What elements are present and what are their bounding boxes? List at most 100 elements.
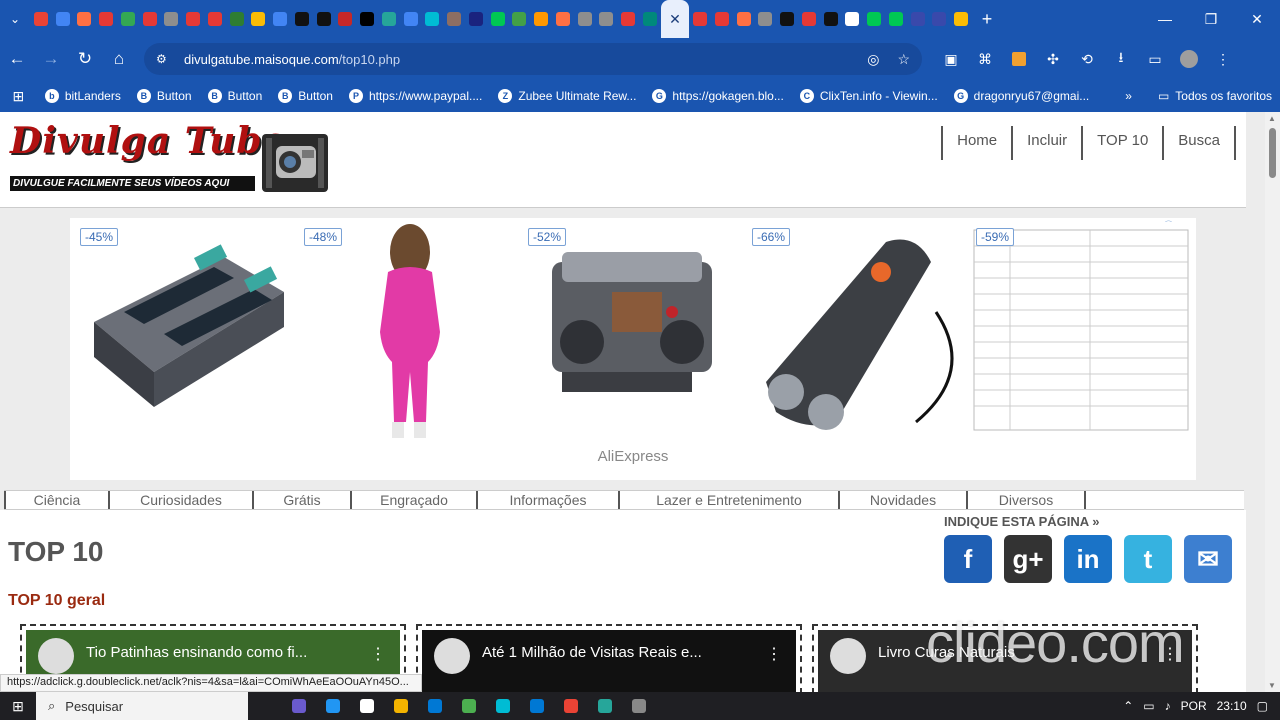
language-indicator[interactable]: POR — [1181, 699, 1207, 713]
taskbar-app[interactable] — [486, 692, 520, 720]
category-link[interactable]: Novidades — [838, 491, 966, 509]
bookmark-item[interactable]: Gdragonryu67@gmai... — [946, 80, 1098, 112]
ad-product-engine[interactable]: -52% — [522, 222, 744, 440]
home-button[interactable]: ⌂ — [102, 38, 136, 80]
restore-button[interactable]: ❐ — [1188, 0, 1234, 38]
bookmark-item[interactable]: B Button — [270, 80, 341, 112]
nav-top10[interactable]: TOP 10 — [1081, 126, 1162, 160]
tab[interactable] — [291, 0, 313, 38]
active-tab-close-button[interactable]: ✕ — [660, 0, 690, 38]
bookmark-star-icon[interactable]: ☆ — [897, 51, 910, 68]
tab[interactable] — [139, 0, 161, 38]
scroll-thumb[interactable] — [1269, 128, 1276, 178]
tab[interactable] — [161, 0, 183, 38]
taskbar-app[interactable] — [282, 692, 316, 720]
nav-home[interactable]: Home — [941, 126, 1011, 160]
bookmark-item[interactable]: b bitLanders — [37, 80, 129, 112]
cast-icon[interactable]: ▭ — [1138, 38, 1172, 80]
bookmarks-more-button[interactable]: » — [1117, 80, 1140, 112]
bookmark-item[interactable]: Phttps://www.paypal.... — [341, 80, 490, 112]
nav-busca[interactable]: Busca — [1162, 126, 1236, 160]
site-logo[interactable]: Divulga Tube DIVULGUE FACILMENTE SEUS VÍ… — [10, 120, 340, 200]
bookmark-item[interactable]: C ClixTen.info - Viewin... — [792, 80, 946, 112]
reload-button[interactable]: ↻ — [68, 38, 102, 80]
category-link[interactable]: Ciência — [4, 491, 108, 509]
category-link[interactable]: Lazer e Entretenimento — [618, 491, 838, 509]
tab[interactable] — [95, 0, 117, 38]
video-card[interactable]: Até 1 Milhão de Visitas Reais e... ⋮ — [416, 624, 802, 692]
page-scrollbar[interactable]: ▲ ▼ — [1265, 112, 1280, 692]
tab[interactable] — [487, 0, 509, 38]
ad-product-spec-sheet[interactable]: -59% — [970, 222, 1192, 440]
linkedin-icon[interactable]: in — [1064, 535, 1112, 583]
taskbar-search[interactable]: ⌕ Pesquisar — [36, 692, 248, 720]
scroll-up-icon[interactable]: ▲ — [1268, 114, 1276, 123]
video-thumbnail[interactable]: Até 1 Milhão de Visitas Reais e... ⋮ — [422, 630, 796, 692]
tray-arrow-icon[interactable]: ⌃ — [1123, 699, 1133, 713]
network-icon[interactable]: ▭ — [1143, 699, 1154, 713]
ad-product-ssd-dock[interactable]: -45% — [74, 222, 296, 440]
volume-icon[interactable]: ♪ — [1165, 699, 1171, 713]
tab[interactable] — [422, 0, 444, 38]
category-link[interactable]: Engraçado — [350, 491, 476, 509]
scroll-down-icon[interactable]: ▼ — [1268, 681, 1276, 690]
tab[interactable] — [841, 0, 863, 38]
tab[interactable] — [798, 0, 820, 38]
category-link[interactable]: Diversos — [966, 491, 1086, 509]
tab[interactable] — [509, 0, 531, 38]
windows-start-icon[interactable]: ⊞ — [0, 692, 36, 720]
bookmark-item[interactable]: Z Zubee Ultimate Rew... — [490, 80, 644, 112]
ad-banner[interactable]: ⓘ ⋮ -45% -48% -52% — [70, 218, 1196, 480]
profile-avatar[interactable] — [1172, 38, 1206, 80]
ad-product-flashlight[interactable]: -66% — [746, 222, 968, 440]
taskbar-app[interactable] — [384, 692, 418, 720]
bookmark-item[interactable]: B Button — [129, 80, 200, 112]
video-menu-icon[interactable]: ⋮ — [766, 644, 782, 664]
close-window-button[interactable]: ✕ — [1234, 0, 1280, 38]
tab[interactable] — [204, 0, 226, 38]
taskbar-app[interactable] — [418, 692, 452, 720]
taskbar-app[interactable] — [588, 692, 622, 720]
tab[interactable] — [226, 0, 248, 38]
ad-product-jumpsuit[interactable]: -48% — [298, 222, 520, 440]
translate-icon[interactable]: ⌘ — [968, 38, 1002, 80]
tab[interactable] — [74, 0, 96, 38]
notification-icon[interactable]: ▢ — [1257, 699, 1268, 713]
tab[interactable] — [530, 0, 552, 38]
tab[interactable] — [443, 0, 465, 38]
eye-off-icon[interactable]: ◎ — [867, 51, 879, 68]
tab-search-button[interactable]: ⌄ — [0, 0, 30, 38]
twitter-icon[interactable]: t — [1124, 535, 1172, 583]
tab[interactable] — [639, 0, 661, 38]
tab[interactable] — [689, 0, 711, 38]
tab[interactable] — [335, 0, 357, 38]
history-icon[interactable]: ⟲ — [1070, 38, 1104, 80]
tab[interactable] — [617, 0, 639, 38]
category-link[interactable]: Grátis — [252, 491, 350, 509]
tab[interactable] — [248, 0, 270, 38]
extensions-puzzle-icon[interactable]: ✣ — [1036, 38, 1070, 80]
video-menu-icon[interactable]: ⋮ — [370, 644, 386, 664]
facebook-icon[interactable]: f — [944, 535, 992, 583]
tab[interactable] — [754, 0, 776, 38]
video-title[interactable]: Tio Patinhas ensinando como fi... — [86, 644, 307, 661]
bookmark-item[interactable]: B Button — [200, 80, 271, 112]
tab[interactable] — [574, 0, 596, 38]
extension-icon[interactable]: ▣ — [934, 38, 968, 80]
tab[interactable] — [400, 0, 422, 38]
taskbar-app[interactable] — [622, 692, 656, 720]
category-link[interactable]: Informações — [476, 491, 618, 509]
address-bar[interactable]: ⚙ divulgatube.maisoque.com/top10.php ◎ ☆ — [144, 43, 922, 75]
all-bookmarks-folder[interactable]: ▭ Todos os favoritos — [1150, 80, 1280, 112]
tab[interactable] — [269, 0, 291, 38]
tab[interactable] — [596, 0, 618, 38]
tab[interactable] — [378, 0, 400, 38]
menu-kebab-icon[interactable]: ⋮ — [1206, 38, 1240, 80]
taskbar-app[interactable] — [520, 692, 554, 720]
apps-grid-icon[interactable]: ⊞ — [0, 80, 37, 112]
taskbar-app[interactable] — [350, 692, 384, 720]
tab[interactable] — [182, 0, 204, 38]
tab[interactable] — [733, 0, 755, 38]
email-icon[interactable]: ✉ — [1184, 535, 1232, 583]
extension-orange-icon[interactable] — [1002, 38, 1036, 80]
